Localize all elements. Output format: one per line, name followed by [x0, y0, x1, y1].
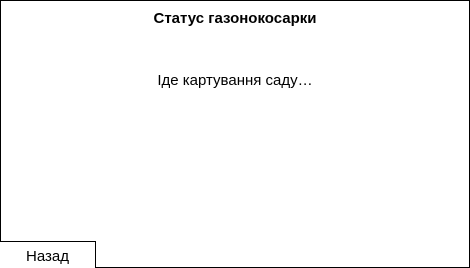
status-message: Іде картування саду…: [157, 72, 313, 89]
page-title: Статус газонокосарки: [153, 10, 317, 27]
screen-frame: [0, 0, 470, 268]
mower-status-screen: Статус газонокосарки Іде картування саду…: [0, 0, 470, 268]
back-button[interactable]: Назад: [0, 241, 96, 268]
